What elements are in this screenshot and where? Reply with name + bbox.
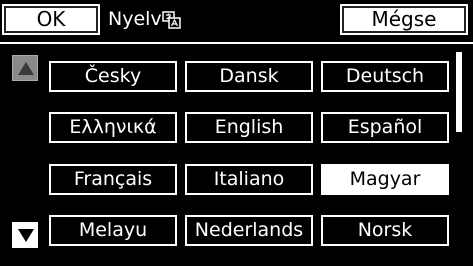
language-option[interactable]: Česky [49,61,177,92]
scroll-up-button[interactable] [12,55,38,81]
scroll-down-button[interactable] [12,222,38,248]
language-option-selected[interactable]: Magyar [321,164,449,195]
language-option[interactable]: Deutsch [321,61,449,92]
arrow-down-icon [18,229,34,242]
arrow-up-icon [18,62,34,75]
header-divider [0,42,473,44]
language-option[interactable]: Español [321,112,449,143]
page-title: Nyelv [108,8,162,30]
cancel-button[interactable]: Mégse [340,4,468,35]
language-option[interactable]: Ελληνικά [49,112,177,143]
ok-button[interactable]: OK [2,4,100,35]
language-icon [162,10,182,30]
language-option[interactable]: Italiano [185,164,313,195]
language-option[interactable]: English [185,112,313,143]
language-option[interactable]: Norsk [321,215,449,246]
scrollbar-thumb[interactable] [456,52,462,132]
language-option[interactable]: Français [49,164,177,195]
language-option[interactable]: Dansk [185,61,313,92]
language-option[interactable]: Melayu [49,215,177,246]
language-option[interactable]: Nederlands [185,215,313,246]
